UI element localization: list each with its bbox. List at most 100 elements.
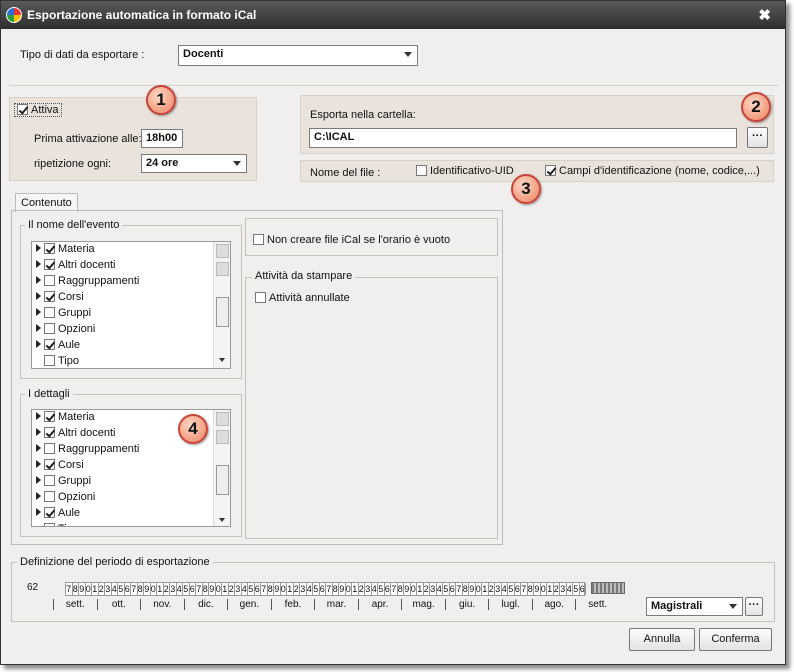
cancel-button[interactable]: Annulla bbox=[629, 628, 695, 651]
list-item[interactable]: Opzioni bbox=[36, 491, 95, 507]
expand-arrow-icon[interactable] bbox=[36, 444, 41, 452]
period-slider-handle[interactable] bbox=[591, 582, 625, 594]
list-item[interactable]: Raggruppamenti bbox=[36, 275, 139, 291]
item-checkbox[interactable] bbox=[44, 307, 55, 318]
no-empty-check[interactable] bbox=[253, 234, 264, 245]
move-up-icon[interactable] bbox=[216, 244, 229, 258]
expand-arrow-icon[interactable] bbox=[36, 244, 41, 252]
week-cell[interactable]: 6 bbox=[580, 583, 586, 595]
expand-arrow-icon[interactable] bbox=[36, 292, 41, 300]
item-checkbox[interactable] bbox=[44, 475, 55, 486]
details-title: I dettagli bbox=[25, 388, 73, 400]
chevron-down-icon[interactable] bbox=[729, 604, 737, 609]
list-item[interactable]: Raggruppamenti bbox=[36, 443, 139, 459]
list-item[interactable]: Aule bbox=[36, 507, 80, 523]
list-item[interactable]: Ti bbox=[36, 523, 67, 526]
move-down-icon[interactable] bbox=[216, 262, 229, 276]
item-label: Materia bbox=[58, 243, 95, 255]
app-logo-icon bbox=[6, 7, 22, 23]
event-list-scrollbar[interactable] bbox=[213, 242, 230, 368]
scroll-down-icon[interactable] bbox=[219, 358, 225, 362]
list-item[interactable]: Materia bbox=[36, 243, 95, 259]
expand-arrow-icon[interactable] bbox=[36, 428, 41, 436]
scroll-down-icon[interactable] bbox=[219, 518, 225, 522]
expand-arrow-icon[interactable] bbox=[36, 340, 41, 348]
scroll-thumb[interactable] bbox=[216, 297, 229, 327]
list-item[interactable]: Corsi bbox=[36, 291, 84, 307]
attiva-label: Attiva bbox=[31, 104, 59, 116]
item-checkbox[interactable] bbox=[44, 443, 55, 454]
close-icon[interactable]: ✖ bbox=[758, 6, 771, 24]
folder-field[interactable]: C:\ICAL bbox=[309, 128, 737, 148]
attivita-group bbox=[245, 277, 498, 539]
uid-check[interactable] bbox=[416, 165, 427, 176]
item-checkbox[interactable] bbox=[44, 259, 55, 270]
expand-arrow-icon[interactable] bbox=[36, 460, 41, 468]
list-item[interactable]: Altri docenti bbox=[36, 427, 115, 443]
ripetizione-select[interactable]: 24 ore bbox=[141, 154, 247, 173]
event-name-title: Il nome dell'evento bbox=[25, 219, 123, 231]
expand-arrow-icon[interactable] bbox=[36, 260, 41, 268]
item-checkbox[interactable] bbox=[44, 355, 55, 366]
tipo-value: Docenti bbox=[183, 48, 224, 60]
list-item[interactable]: Gruppi bbox=[36, 475, 91, 491]
item-checkbox[interactable] bbox=[44, 291, 55, 302]
preset-more-button[interactable]: ··· bbox=[745, 597, 763, 616]
annullate-check[interactable] bbox=[255, 292, 266, 303]
campi-checkbox[interactable]: Campi d'identificazione (nome, codice,..… bbox=[545, 165, 760, 177]
periodo-count: 62 bbox=[27, 582, 39, 593]
scroll-thumb[interactable] bbox=[216, 465, 229, 495]
item-label: Corsi bbox=[58, 291, 84, 303]
periodo-title: Definizione del periodo di esportazione bbox=[17, 556, 213, 568]
event-name-list[interactable]: Tipo Aule Opzioni Gruppi Corsi Raggruppamenti… bbox=[31, 241, 231, 369]
expand-arrow-icon[interactable] bbox=[36, 508, 41, 516]
item-label: Altri docenti bbox=[58, 259, 116, 271]
campi-check[interactable] bbox=[545, 165, 556, 176]
uid-checkbox[interactable]: Identificativo-UID bbox=[416, 165, 514, 177]
attivita-title: Attività da stampare bbox=[252, 270, 356, 282]
week-strip[interactable]: 7890123456789012345678901234567890123456… bbox=[65, 582, 586, 596]
expand-arrow-icon[interactable] bbox=[36, 276, 41, 284]
expand-arrow-icon[interactable] bbox=[36, 308, 41, 316]
item-checkbox[interactable] bbox=[44, 523, 55, 526]
list-item[interactable]: Materia bbox=[36, 411, 95, 427]
item-checkbox[interactable] bbox=[44, 275, 55, 286]
item-checkbox[interactable] bbox=[44, 427, 55, 438]
prima-field[interactable]: 18h00 bbox=[141, 129, 183, 148]
list-item[interactable]: Corsi bbox=[36, 459, 84, 475]
expand-arrow-icon[interactable] bbox=[36, 412, 41, 420]
preset-select[interactable]: Magistrali bbox=[646, 597, 743, 616]
expand-arrow-icon[interactable] bbox=[36, 492, 41, 500]
move-down-icon[interactable] bbox=[216, 430, 229, 444]
attiva-check[interactable] bbox=[17, 104, 28, 115]
preset-value: Magistrali bbox=[651, 600, 703, 612]
list-item[interactable]: Aule bbox=[36, 339, 80, 355]
attiva-checkbox[interactable]: Attiva bbox=[14, 103, 62, 117]
dialog-window: Esportazione automatica in formato iCal … bbox=[0, 0, 786, 665]
item-checkbox[interactable] bbox=[44, 323, 55, 334]
expand-arrow-icon[interactable] bbox=[36, 324, 41, 332]
list-item[interactable]: Gruppi bbox=[36, 307, 91, 323]
list-item[interactable]: Altri docenti bbox=[36, 259, 115, 275]
browse-button[interactable]: ··· bbox=[747, 127, 768, 148]
item-checkbox[interactable] bbox=[44, 339, 55, 350]
item-checkbox[interactable] bbox=[44, 459, 55, 470]
list-item[interactable]: Tipo bbox=[36, 355, 79, 368]
no-empty-checkbox[interactable]: Non creare file iCal se l'orario è vuoto bbox=[253, 234, 450, 246]
item-checkbox[interactable] bbox=[44, 507, 55, 518]
item-checkbox[interactable] bbox=[44, 491, 55, 502]
item-label: Opzioni bbox=[58, 491, 96, 503]
expand-arrow-icon[interactable] bbox=[36, 476, 41, 484]
item-label: Gruppi bbox=[58, 475, 92, 487]
confirm-button[interactable]: Conferma bbox=[699, 628, 772, 651]
month-label: gen. bbox=[227, 599, 271, 610]
month-label: giu. bbox=[444, 599, 489, 610]
item-checkbox[interactable] bbox=[44, 411, 55, 422]
annullate-checkbox[interactable]: Attività annullate bbox=[255, 292, 350, 304]
details-list-scrollbar[interactable] bbox=[213, 410, 230, 526]
item-checkbox[interactable] bbox=[44, 243, 55, 254]
list-item[interactable]: Opzioni bbox=[36, 323, 95, 339]
tipo-select[interactable]: Docenti bbox=[178, 45, 418, 66]
month-label: mag. bbox=[401, 599, 445, 610]
move-up-icon[interactable] bbox=[216, 412, 229, 426]
